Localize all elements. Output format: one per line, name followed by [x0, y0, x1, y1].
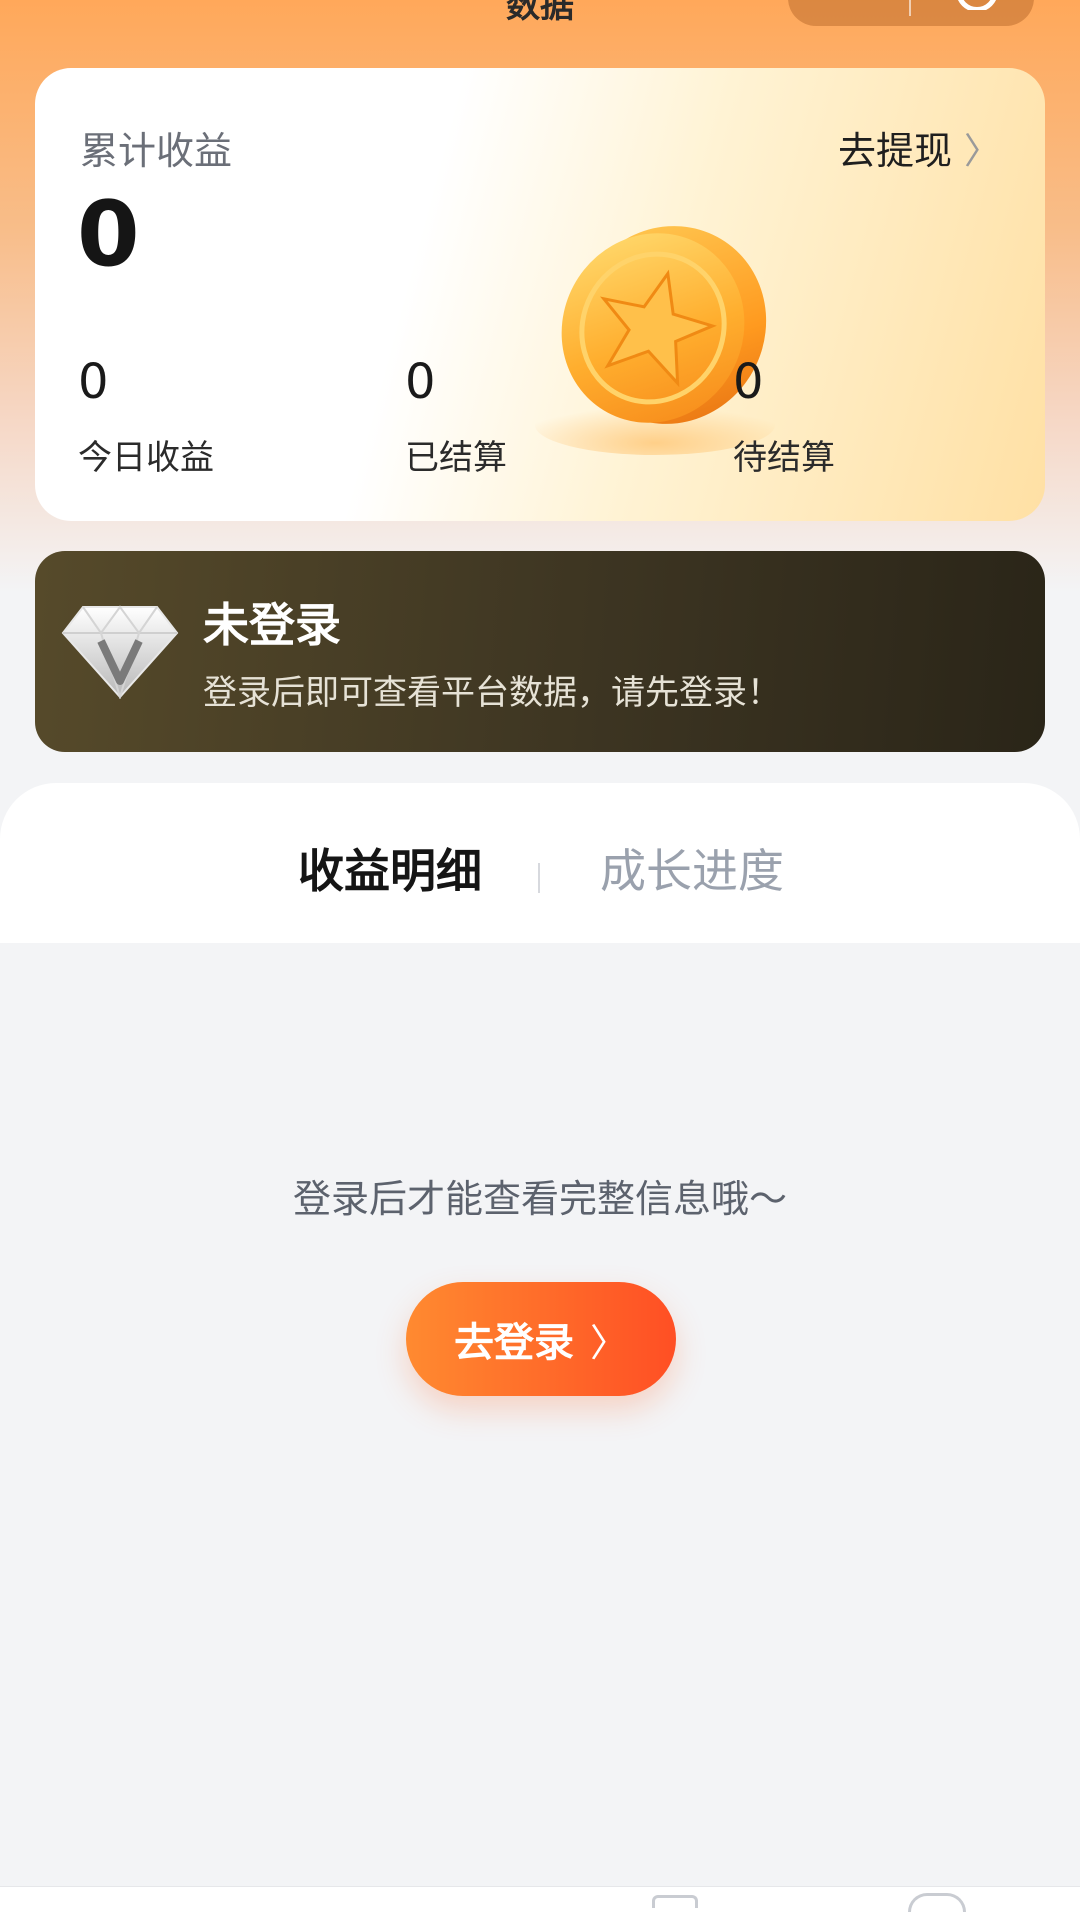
tab-bar: 收益明细 成长进度 — [0, 783, 1080, 943]
login-banner[interactable]: 未登录 登录后即可查看平台数据，请先登录！ — [35, 551, 1045, 752]
stat-value: 0 — [733, 354, 764, 410]
target-close-icon[interactable] — [956, 0, 996, 10]
stat-settled: 0 已结算 — [405, 358, 507, 479]
stat-value: 0 — [78, 354, 109, 410]
banner-subtitle: 登录后即可查看平台数据，请先登录！ — [203, 673, 781, 713]
total-earnings-label: 累计收益 — [80, 129, 233, 173]
tab-growth-progress[interactable]: 成长进度 — [600, 835, 784, 901]
capsule-divider — [909, 0, 911, 16]
withdraw-link[interactable]: 去提现 〉 — [838, 120, 1000, 175]
bottom-nav-bar — [0, 1886, 1080, 1921]
stat-label: 已结算 — [405, 438, 507, 478]
stat-label: 待结算 — [733, 438, 835, 478]
home-icon[interactable] — [652, 1895, 698, 1908]
earnings-card: 累计收益 去提现 〉 0 0 今日收益 0 已结算 0 待结算 — [35, 68, 1045, 521]
tab-label: 收益明细 — [298, 844, 482, 898]
withdraw-label: 去提现 — [837, 129, 952, 173]
stat-today: 0 今日收益 — [78, 358, 214, 479]
login-button[interactable]: 去登录 〉 — [406, 1282, 676, 1396]
stat-value: 0 — [405, 354, 436, 410]
mini-program-capsule[interactable] — [788, 0, 1034, 26]
profile-icon[interactable] — [908, 1893, 966, 1912]
page-title: 数据 — [506, 0, 574, 26]
empty-state-message: 登录后才能查看完整信息哦～ — [292, 1177, 787, 1221]
stat-label: 今日收益 — [78, 438, 214, 478]
login-button-label: 去登录 — [453, 1320, 574, 1366]
chevron-right-icon: 〉 — [589, 1320, 628, 1365]
stat-pending: 0 待结算 — [733, 358, 835, 479]
tab-label: 成长进度 — [600, 844, 784, 898]
total-earnings-value: 0 — [77, 182, 140, 287]
diamond-v-icon — [61, 605, 179, 699]
tab-divider — [538, 863, 540, 893]
banner-title: 未登录 — [203, 598, 341, 652]
tab-earnings-detail[interactable]: 收益明细 — [298, 835, 482, 901]
chevron-right-icon: 〉 — [963, 130, 1000, 172]
